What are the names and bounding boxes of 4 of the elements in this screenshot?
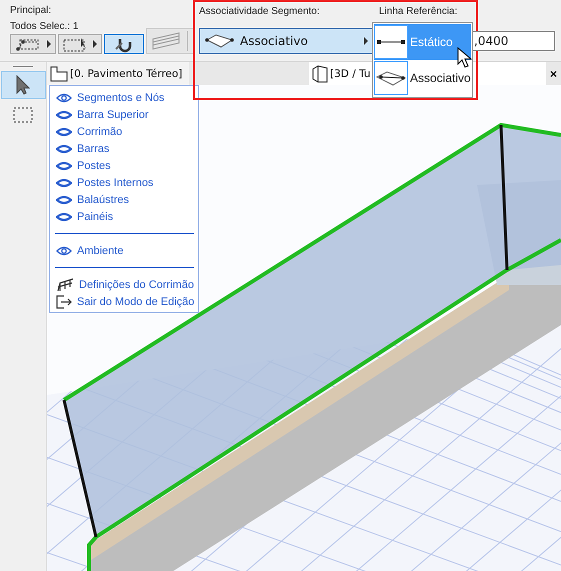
group-label: Principal: — [10, 4, 52, 18]
selection-label: Todos Selec.: 1 — [10, 21, 78, 34]
field-label: Linha Referência: — [379, 6, 458, 19]
field-label: Associatividade Segmento: — [199, 6, 321, 19]
